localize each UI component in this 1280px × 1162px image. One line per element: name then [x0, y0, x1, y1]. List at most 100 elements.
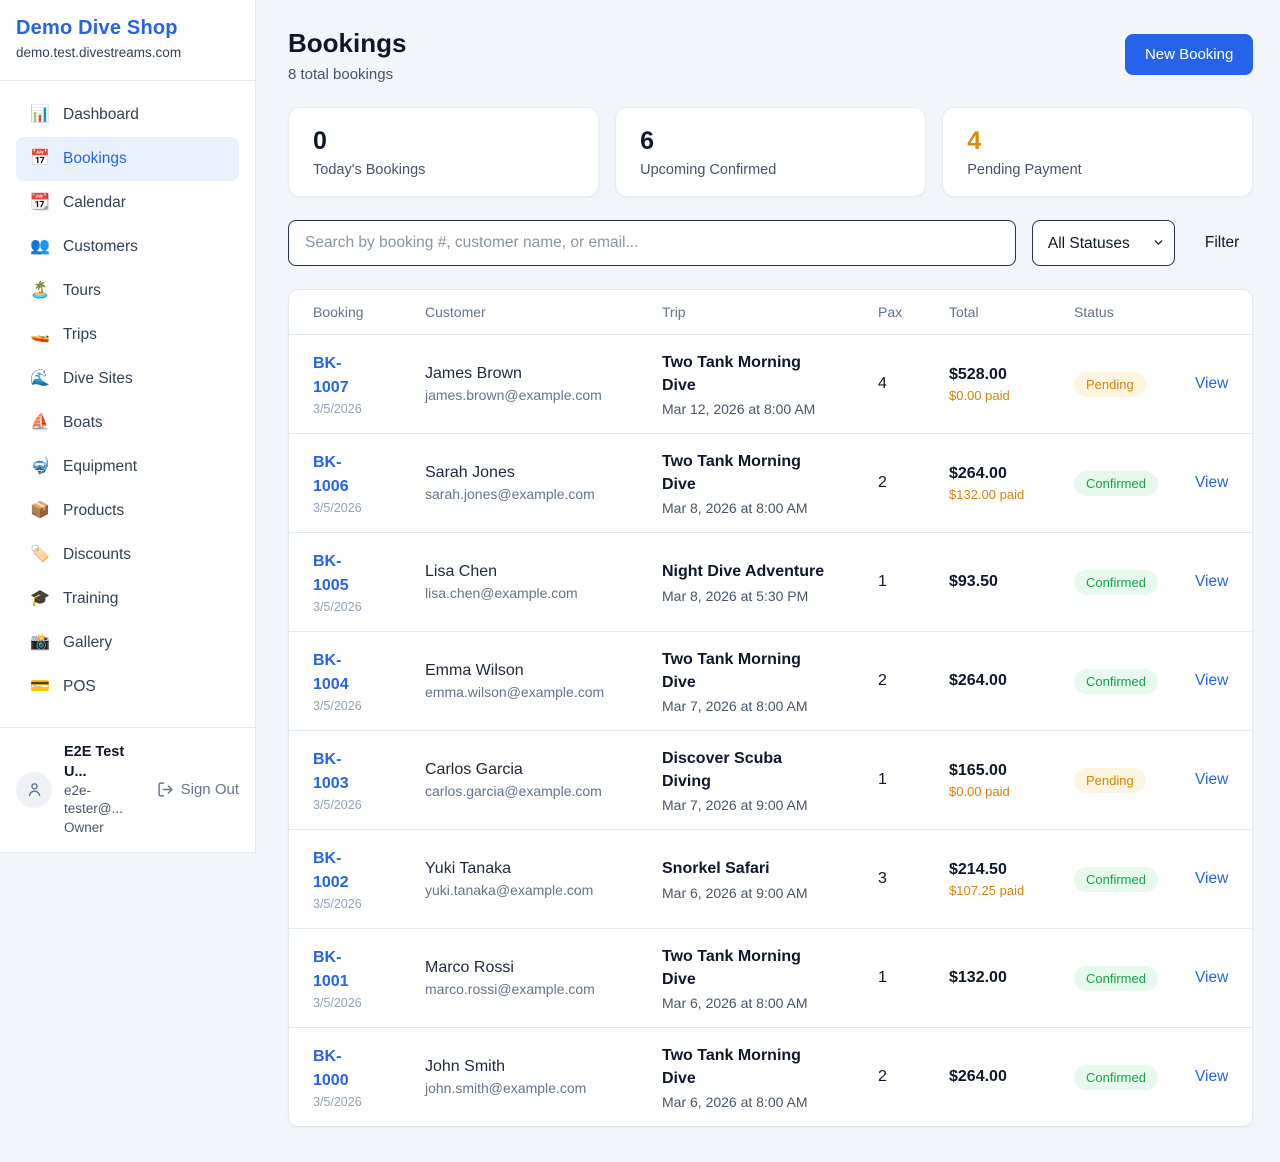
- booking-id-link[interactable]: BK-1000: [313, 1045, 371, 1091]
- booking-date: 3/5/2026: [313, 897, 425, 911]
- filter-button[interactable]: Filter: [1191, 226, 1253, 260]
- sidebar-item-equipment[interactable]: 🤿 Equipment: [16, 445, 239, 489]
- sign-out-button[interactable]: Sign Out: [157, 781, 239, 798]
- page-subtitle: 8 total bookings: [288, 66, 406, 83]
- nav-icon: 📆: [30, 195, 50, 211]
- view-link[interactable]: View: [1195, 474, 1228, 491]
- total-cell: $264.00: [949, 1068, 1074, 1086]
- status-cell: Confirmed: [1074, 570, 1195, 595]
- trip-datetime: Mar 6, 2026 at 9:00 AM: [662, 885, 878, 901]
- booking-id-link[interactable]: BK-1002: [313, 847, 371, 893]
- pax-cell: 2: [878, 474, 949, 492]
- trip-datetime: Mar 7, 2026 at 9:00 AM: [662, 797, 878, 813]
- booking-id-link[interactable]: BK-1004: [313, 649, 371, 695]
- status-badge: Confirmed: [1074, 570, 1158, 595]
- sidebar-item-label: Calendar: [63, 194, 126, 212]
- total-amount: $132.00: [949, 969, 1074, 987]
- status-cell: Confirmed: [1074, 669, 1195, 694]
- customer-email: lisa.chen@example.com: [425, 585, 662, 601]
- sidebar-item-trips[interactable]: 🚤 Trips: [16, 313, 239, 357]
- sidebar-item-gallery[interactable]: 📸 Gallery: [16, 621, 239, 665]
- sidebar-user-panel: E2E Test U... e2e-tester@... Owner Sign …: [0, 727, 255, 852]
- stat-label: Upcoming Confirmed: [640, 162, 901, 178]
- trip-cell: Discover Scuba Diving Mar 7, 2026 at 9:0…: [662, 747, 878, 813]
- sidebar-item-products[interactable]: 📦 Products: [16, 489, 239, 533]
- view-link[interactable]: View: [1195, 870, 1228, 887]
- actions-cell: View: [1195, 1068, 1228, 1086]
- sidebar-header: Demo Dive Shop demo.test.divestreams.com: [0, 0, 255, 81]
- trip-name: Two Tank Morning Dive: [662, 1044, 830, 1090]
- sidebar-item-label: Trips: [63, 326, 97, 344]
- booking-cell: BK-1001 3/5/2026: [313, 946, 425, 1009]
- nav-icon: 💳: [30, 679, 50, 695]
- table-row: BK-1003 3/5/2026 Carlos Garcia carlos.ga…: [289, 730, 1252, 829]
- pax-cell: 1: [878, 969, 949, 987]
- total-amount: $214.50: [949, 861, 1074, 879]
- status-badge: Confirmed: [1074, 966, 1158, 991]
- sidebar-item-calendar[interactable]: 📆 Calendar: [16, 181, 239, 225]
- sidebar-item-dive-sites[interactable]: 🌊 Dive Sites: [16, 357, 239, 401]
- nav-icon: ⛵: [30, 415, 50, 431]
- sidebar-item-tours[interactable]: 🏝️ Tours: [16, 269, 239, 313]
- view-link[interactable]: View: [1195, 969, 1228, 986]
- sidebar-item-bookings[interactable]: 📅 Bookings: [16, 137, 239, 181]
- new-booking-button[interactable]: New Booking: [1125, 34, 1253, 75]
- trip-cell: Two Tank Morning Dive Mar 6, 2026 at 8:0…: [662, 945, 878, 1011]
- status-badge: Confirmed: [1074, 471, 1158, 496]
- shop-name: Demo Dive Shop: [16, 17, 239, 40]
- customer-name: Emma Wilson: [425, 662, 662, 680]
- sidebar-item-customers[interactable]: 👥 Customers: [16, 225, 239, 269]
- status-cell: Confirmed: [1074, 1065, 1195, 1090]
- view-link[interactable]: View: [1195, 573, 1228, 590]
- total-cell: $132.00: [949, 969, 1074, 987]
- booking-id-link[interactable]: BK-1001: [313, 946, 371, 992]
- view-link[interactable]: View: [1195, 375, 1228, 392]
- nav-icon: 📸: [30, 635, 50, 651]
- sidebar-item-boats[interactable]: ⛵ Boats: [16, 401, 239, 445]
- status-cell: Confirmed: [1074, 867, 1195, 892]
- trip-datetime: Mar 6, 2026 at 8:00 AM: [662, 1094, 878, 1110]
- stat-value: 0: [313, 126, 574, 156]
- booking-cell: BK-1003 3/5/2026: [313, 748, 425, 811]
- view-link[interactable]: View: [1195, 1068, 1228, 1085]
- customer-name: Marco Rossi: [425, 959, 662, 977]
- table-row: BK-1006 3/5/2026 Sarah Jones sarah.jones…: [289, 433, 1252, 532]
- customer-cell: Carlos Garcia carlos.garcia@example.com: [425, 761, 662, 799]
- page-title-block: Bookings 8 total bookings: [288, 28, 406, 83]
- trip-name: Snorkel Safari: [662, 857, 830, 880]
- customer-email: carlos.garcia@example.com: [425, 783, 662, 799]
- booking-id-link[interactable]: BK-1007: [313, 352, 371, 398]
- booking-id-link[interactable]: BK-1005: [313, 550, 371, 596]
- trip-cell: Snorkel Safari Mar 6, 2026 at 9:00 AM: [662, 857, 878, 900]
- view-link[interactable]: View: [1195, 771, 1228, 788]
- search-input[interactable]: [288, 220, 1016, 266]
- sidebar-item-pos[interactable]: 💳 POS: [16, 665, 239, 709]
- view-link[interactable]: View: [1195, 672, 1228, 689]
- total-cell: $264.00 $132.00 paid: [949, 465, 1074, 502]
- booking-cell: BK-1002 3/5/2026: [313, 847, 425, 910]
- nav-icon: 🚤: [30, 327, 50, 343]
- page-header: Bookings 8 total bookings New Booking: [288, 28, 1253, 83]
- status-badge: Confirmed: [1074, 1065, 1158, 1090]
- paid-amount: $132.00 paid: [949, 487, 1031, 502]
- table-body: BK-1007 3/5/2026 James Brown james.brown…: [289, 334, 1252, 1126]
- stat-value: 6: [640, 126, 901, 156]
- sidebar-item-training[interactable]: 🎓 Training: [16, 577, 239, 621]
- customer-email: james.brown@example.com: [425, 387, 662, 403]
- booking-id-link[interactable]: BK-1006: [313, 451, 371, 497]
- customer-cell: James Brown james.brown@example.com: [425, 365, 662, 403]
- trip-cell: Two Tank Morning Dive Mar 7, 2026 at 8:0…: [662, 648, 878, 714]
- actions-cell: View: [1195, 375, 1228, 393]
- sidebar-nav: 📊 Dashboard 📅 Bookings 📆 Calendar 👥 Cust…: [0, 81, 255, 719]
- sidebar-item-dashboard[interactable]: 📊 Dashboard: [16, 93, 239, 137]
- sidebar-item-discounts[interactable]: 🏷️ Discounts: [16, 533, 239, 577]
- customer-email: john.smith@example.com: [425, 1080, 662, 1096]
- booking-id-link[interactable]: BK-1003: [313, 748, 371, 794]
- customer-cell: Marco Rossi marco.rossi@example.com: [425, 959, 662, 997]
- total-amount: $93.50: [949, 573, 1074, 591]
- user-icon: [25, 780, 44, 799]
- status-filter-select[interactable]: All Statuses: [1032, 220, 1175, 266]
- table-row: BK-1007 3/5/2026 James Brown james.brown…: [289, 334, 1252, 433]
- sign-out-label: Sign Out: [181, 781, 239, 798]
- table-row: BK-1000 3/5/2026 John Smith john.smith@e…: [289, 1027, 1252, 1126]
